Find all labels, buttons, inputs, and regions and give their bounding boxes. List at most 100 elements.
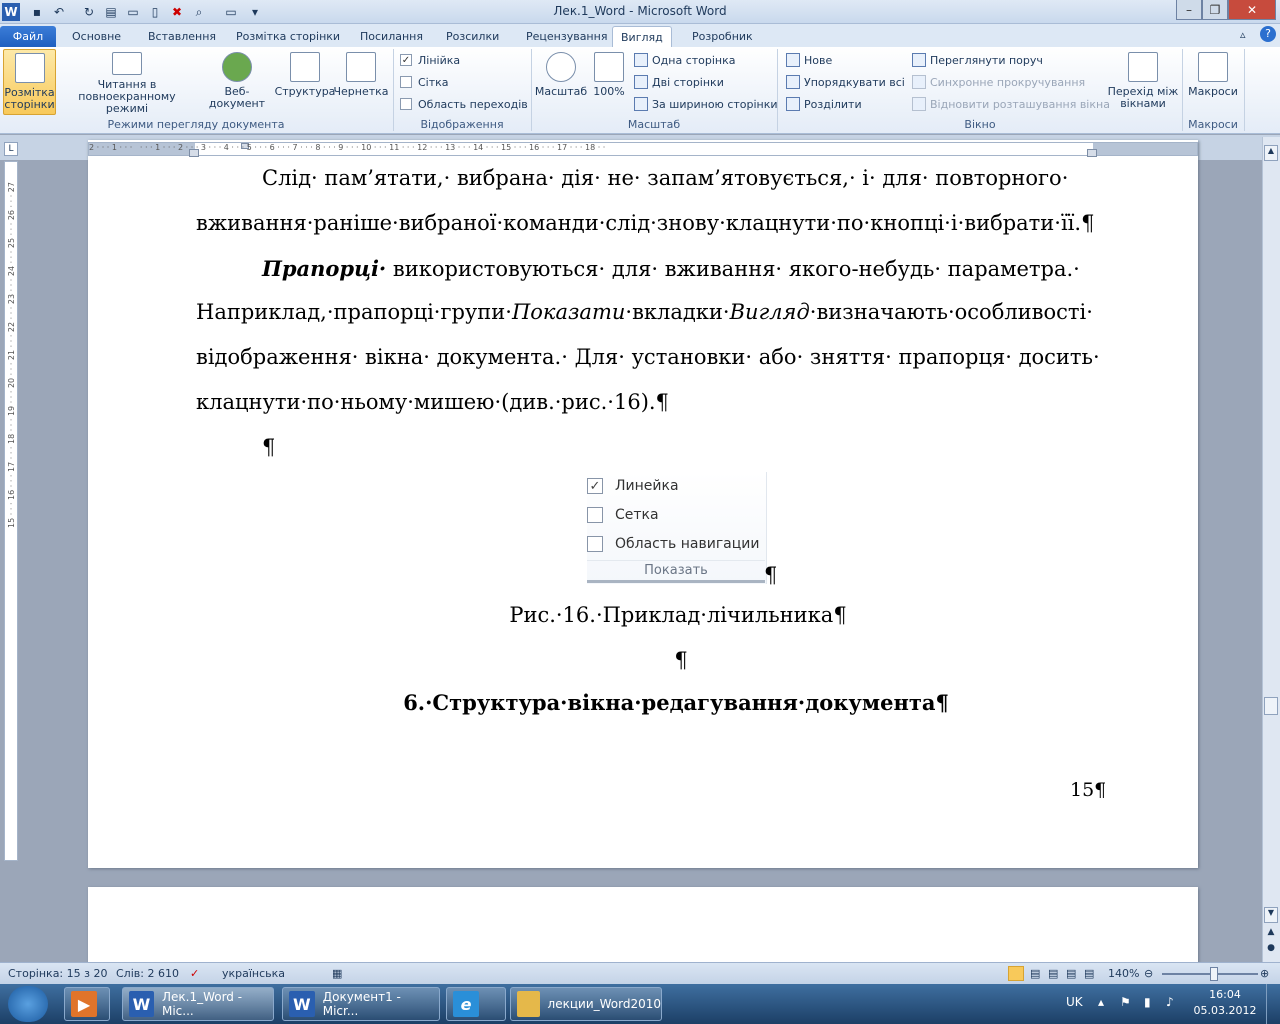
scroll-thumb[interactable] xyxy=(1264,697,1278,715)
tab-developer[interactable]: Розробник xyxy=(684,26,761,47)
taskbar-item-folder[interactable]: лекции_Word2010 xyxy=(510,987,662,1021)
side-by-side-button[interactable]: Переглянути поруч xyxy=(912,50,1043,70)
fig-bottom-border xyxy=(587,580,765,583)
book-icon xyxy=(112,52,142,75)
arrange-icon xyxy=(786,75,800,89)
help-icon[interactable]: ? xyxy=(1260,26,1276,42)
new-window-icon xyxy=(786,53,800,67)
word-count[interactable]: Слів: 2 610 xyxy=(116,967,179,980)
sync-scroll-button[interactable]: Синхронне прокручування xyxy=(912,72,1085,92)
tab-review[interactable]: Рецензування xyxy=(518,26,615,47)
globe-icon xyxy=(222,52,252,82)
web-view-icon[interactable]: ▤ xyxy=(1048,967,1058,980)
one-page-button[interactable]: Одна сторінка xyxy=(634,50,736,70)
zoom-slider-thumb[interactable] xyxy=(1210,967,1218,981)
ruler-tick: 15 · · · 16 · · · 17 · · · 18 · · · 19 ·… xyxy=(7,182,16,528)
outline-button[interactable]: Структура xyxy=(275,49,335,115)
draft-button[interactable]: Чернетка xyxy=(333,49,389,115)
split-icon xyxy=(786,97,800,111)
start-button[interactable] xyxy=(8,986,48,1022)
full-screen-reading-button[interactable]: Читання в повноекранному режимі xyxy=(58,49,196,115)
taskbar-item-word-lecture[interactable]: W Лек.1_Word - Mic... xyxy=(122,987,274,1021)
nav-pane-checkbox[interactable]: Область переходів xyxy=(400,94,528,114)
reading-view-icon[interactable]: ▤ xyxy=(1030,967,1040,980)
close-button[interactable]: ✕ xyxy=(1228,0,1276,20)
checkbox-checked-icon: ✓ xyxy=(400,54,412,66)
maximize-button[interactable]: ❐ xyxy=(1202,0,1228,20)
taskbar-ie[interactable]: e xyxy=(446,987,506,1021)
prev-page-icon[interactable]: ▲ xyxy=(1264,927,1278,941)
ruler-checkbox[interactable]: ✓ Лінійка xyxy=(400,50,460,70)
scroll-down-icon[interactable]: ▼ xyxy=(1264,907,1278,923)
action-center-icon[interactable]: ⚑ xyxy=(1120,995,1131,1009)
print-layout-view-icon[interactable] xyxy=(1008,966,1024,981)
tab-references[interactable]: Посилання xyxy=(352,26,431,47)
checkbox-unchecked-icon xyxy=(400,98,412,110)
taskbar: ▶ W Лек.1_Word - Mic... W Документ1 - Micr… xyxy=(0,984,1280,1024)
gridlines-checkbox[interactable]: Сітка xyxy=(400,72,449,92)
clock-time[interactable]: 16:04 xyxy=(1190,988,1260,1001)
scroll-up-icon[interactable]: ▲ xyxy=(1264,145,1278,161)
select-browse-object-icon[interactable]: ● xyxy=(1264,943,1278,957)
taskbar-item-word-doc1[interactable]: W Документ1 - Micr... xyxy=(282,987,440,1021)
tab-selector-icon[interactable]: L xyxy=(4,142,18,156)
horizontal-ruler[interactable]: 2 · · · 1 · · · · · · 1 · · · 2 · · · 3 … xyxy=(88,142,1198,157)
page-100-icon xyxy=(594,52,624,82)
tab-view[interactable]: Вигляд xyxy=(612,26,672,47)
minimize-button[interactable]: – xyxy=(1176,0,1202,20)
right-indent-marker[interactable] xyxy=(1087,149,1097,157)
minimize-ribbon-icon[interactable]: ▵ xyxy=(1240,28,1246,41)
arrange-all-button[interactable]: Упорядкувати всі xyxy=(786,72,905,92)
tab-mailings[interactable]: Розсилки xyxy=(438,26,507,47)
side-by-side-icon xyxy=(912,53,926,67)
language-indicator[interactable]: UK xyxy=(1066,995,1083,1009)
network-icon[interactable]: ▮ xyxy=(1144,995,1151,1009)
zoom-out-icon[interactable]: ⊖ xyxy=(1144,967,1153,980)
show-desktop-button[interactable] xyxy=(1266,984,1280,1024)
zoom-level[interactable]: 140% xyxy=(1108,967,1139,980)
media-player-icon: ▶ xyxy=(71,991,97,1017)
macro-record-icon[interactable]: ▦ xyxy=(332,967,342,980)
two-pages-button[interactable]: Дві сторінки xyxy=(634,72,724,92)
checkbox-unchecked-icon xyxy=(400,76,412,88)
tab-insert[interactable]: Вставлення xyxy=(140,26,224,47)
checkbox-checked-icon: ✓ xyxy=(587,478,603,494)
bold-term: Прапорці· xyxy=(262,256,387,281)
new-window-button[interactable]: Нове xyxy=(786,50,832,70)
outline-view-icon[interactable]: ▤ xyxy=(1066,967,1076,980)
two-pages-icon xyxy=(634,75,648,89)
reset-window-button[interactable]: Відновити розташування вікна xyxy=(912,94,1110,114)
fig-nav-checkbox: Область навигации xyxy=(587,533,759,555)
empty-paragraph-mark: ¶ xyxy=(262,435,276,459)
tab-home[interactable]: Основне xyxy=(64,26,129,47)
zoom-button[interactable]: Масштаб xyxy=(534,49,588,115)
page-width-button[interactable]: За шириною сторінки xyxy=(634,94,778,114)
clock-date[interactable]: 05.03.2012 xyxy=(1190,1004,1260,1017)
print-layout-button[interactable]: Розмітка сторінки xyxy=(3,49,56,115)
tab-page-layout[interactable]: Розмітка сторінки xyxy=(228,26,348,47)
zoom-in-icon[interactable]: ⊕ xyxy=(1260,967,1269,980)
taskbar-media-player[interactable]: ▶ xyxy=(64,987,110,1021)
vertical-scrollbar[interactable]: ▲ ▼ ▲ ● xyxy=(1262,137,1280,962)
reset-window-icon xyxy=(912,97,926,111)
split-button[interactable]: Розділити xyxy=(786,94,862,114)
tab-file[interactable]: Файл xyxy=(0,26,56,47)
draft-view-icon[interactable]: ▤ xyxy=(1084,967,1094,980)
web-layout-button[interactable]: Веб-документ xyxy=(198,49,276,115)
figure-show-group[interactable]: ✓ Линейка Сетка Область навигации Показат… xyxy=(587,472,767,584)
volume-icon[interactable]: ♪ xyxy=(1166,995,1174,1009)
switch-windows-button[interactable]: Перехід між вікнами xyxy=(1106,49,1180,115)
doc-line: Наприклад,·прапорці·групи·Показати·вклад… xyxy=(196,300,1093,324)
show-hidden-icons[interactable]: ▴ xyxy=(1098,995,1104,1009)
vertical-ruler[interactable]: 15 · · · 16 · · · 17 · · · 18 · · · 19 ·… xyxy=(4,161,18,861)
proofing-icon[interactable]: ✓ xyxy=(190,967,199,980)
fig-grid-checkbox: Сетка xyxy=(587,504,659,526)
empty-paragraph-mark: ¶ xyxy=(674,648,688,672)
zoom-100-button[interactable]: 100% xyxy=(590,49,628,115)
macros-button[interactable]: Макроси xyxy=(1186,49,1240,115)
ribbon: Розмітка сторінки Читання в повноекранно… xyxy=(0,47,1280,134)
page-counter[interactable]: Сторінка: 15 з 20 xyxy=(8,967,107,980)
title-bar: W ▪ ↶ ↻ ▤ ▭ ▯ ✖ ⌕ ▭ ▾ Лек.1_Word - Micro… xyxy=(0,0,1280,24)
document-page-next[interactable] xyxy=(88,887,1198,967)
language-indicator[interactable]: українська xyxy=(222,967,285,980)
